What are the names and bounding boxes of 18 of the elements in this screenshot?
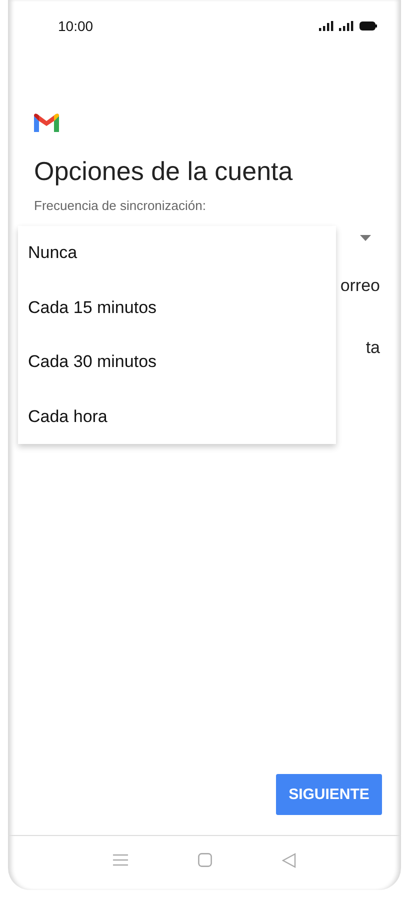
sync-label: Frecuencia de sincronización: [34,198,207,213]
menu-item[interactable]: Cada hora [18,390,336,444]
battery-icon [359,21,377,31]
dropdown-caret-icon [360,235,371,241]
option-text: ta [366,338,380,358]
signal-icon [319,21,334,31]
back-icon[interactable] [282,852,296,868]
next-button[interactable]: SIGUIENTE [276,774,382,815]
mail-logo-icon [34,113,59,132]
page-title: Opciones de la cuenta [34,156,294,187]
menu-item[interactable]: Cada 15 minutos [18,280,336,335]
menu-item[interactable]: Nunca [18,226,336,280]
option-text: orreo [340,276,380,296]
status-time: 10:00 [58,18,94,34]
menu-icon[interactable] [113,854,128,866]
menu-item[interactable]: Cada 30 minutos [18,335,336,390]
home-icon[interactable] [198,853,212,867]
signal-icon [339,21,354,31]
